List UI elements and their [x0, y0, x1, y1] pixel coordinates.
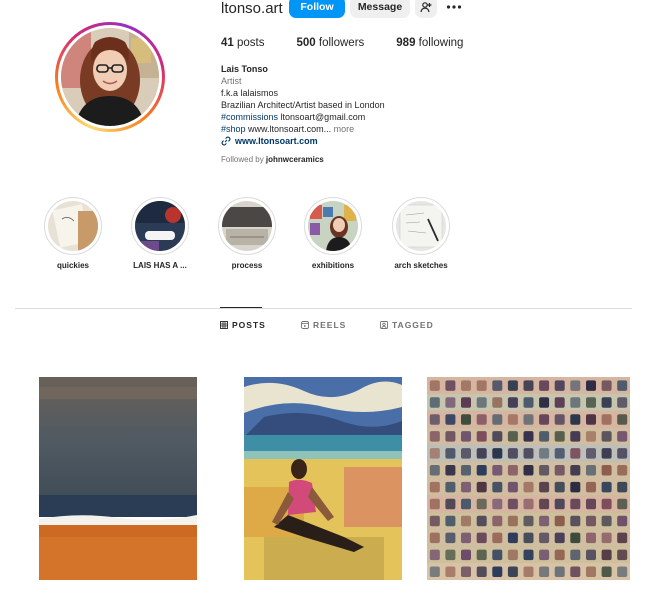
highlight-cover — [304, 197, 362, 255]
followed-by-user: johnwceramics — [265, 155, 324, 164]
highlight-cover — [44, 197, 102, 255]
highlight-label: arch sketches — [394, 261, 448, 270]
followers-link[interactable]: 500 followers — [297, 37, 365, 49]
hashtag-link[interactable]: #commissions — [221, 112, 278, 122]
bio-line: f.k.a lalaismos — [221, 88, 279, 98]
hashtag-link[interactable]: #shop — [221, 124, 246, 134]
highlight-image — [135, 201, 185, 251]
highlight-image — [48, 201, 98, 251]
tab-reels[interactable]: REELS — [301, 320, 346, 330]
highlight-label: LAIS HAS A ... — [133, 261, 187, 270]
post-image — [244, 377, 402, 580]
highlight-exhibitions[interactable]: exhibitions — [291, 197, 375, 270]
more-options-button[interactable] — [446, 0, 462, 14]
avatar-image — [61, 28, 159, 126]
person-plus-icon — [420, 2, 432, 13]
highlight-label: quickies — [56, 261, 89, 270]
tab-tagged[interactable]: TAGGED — [380, 320, 434, 330]
highlight-process[interactable]: process — [205, 197, 289, 270]
stat-label: posts — [237, 37, 265, 49]
stat-number: 41 — [221, 37, 234, 49]
reels-icon — [301, 321, 309, 329]
follow-button[interactable]: Follow — [289, 0, 345, 18]
post-image — [427, 377, 630, 580]
highlight-image — [308, 201, 358, 251]
highlight-cover — [131, 197, 189, 255]
following-link[interactable]: 989 following — [396, 37, 463, 49]
bio-line: #shop www.ltonsoart.com... more — [221, 123, 481, 135]
followed-by[interactable]: Followed by johnwceramics — [221, 155, 324, 164]
post-seascape[interactable] — [39, 377, 197, 580]
tabs-divider — [15, 308, 632, 309]
post-grid-painting[interactable] — [427, 377, 630, 580]
suggest-users-button[interactable] — [415, 0, 437, 18]
tab-label: TAGGED — [392, 320, 434, 330]
followed-by-prefix: Followed by — [221, 155, 264, 164]
message-button[interactable]: Message — [350, 0, 410, 18]
stat-number: 500 — [296, 37, 316, 49]
profile-category: Artist — [221, 76, 242, 86]
highlight-image — [222, 201, 272, 251]
bio-more-button[interactable]: more — [334, 124, 355, 134]
bio-line: #commissions ltonsoart@gmail.com — [221, 111, 481, 123]
stat-label: followers — [318, 37, 365, 49]
bio-shop-text: www.ltonsoart.com... — [248, 124, 332, 134]
highlight-lais-has-a[interactable]: LAIS HAS A ... — [118, 197, 202, 270]
highlight-label: exhibitions — [311, 261, 355, 270]
profile-avatar[interactable] — [55, 22, 165, 132]
highlight-image — [396, 201, 446, 251]
link-icon — [221, 136, 231, 146]
posts-count: 41 posts — [221, 37, 265, 49]
tab-label: POSTS — [232, 320, 266, 330]
profile-username: ltonso.art — [221, 0, 283, 17]
link-text: www.ltonsoart.com — [235, 136, 318, 146]
bio-external-link[interactable]: www.ltonsoart.com — [221, 135, 481, 147]
highlight-quickies[interactable]: quickies — [31, 197, 115, 270]
stat-label: following — [418, 37, 464, 49]
more-horizontal-icon — [446, 5, 462, 9]
tagged-icon — [380, 321, 388, 329]
profile-stats: 41 posts 500 followers 989 following — [221, 37, 495, 49]
highlight-cover — [218, 197, 276, 255]
profile-full-name: Lais Tonso — [221, 64, 268, 74]
tab-label: REELS — [313, 320, 347, 330]
active-tab-indicator — [220, 307, 262, 308]
bio-line: Brazilian Architect/Artist based in Lond… — [221, 100, 385, 110]
profile-bio: Lais Tonso Artist f.k.a lalaismos Brazil… — [221, 63, 481, 147]
avatar-ring-gap — [58, 25, 162, 129]
highlight-cover — [392, 197, 450, 255]
highlight-label: process — [231, 261, 263, 270]
post-beach-figure[interactable] — [244, 377, 402, 580]
tab-posts[interactable]: POSTS — [220, 320, 266, 330]
stat-number: 989 — [396, 37, 416, 49]
post-image — [39, 377, 197, 580]
bio-email: ltonsoart@gmail.com — [280, 112, 366, 122]
highlight-arch-sketches[interactable]: arch sketches — [379, 197, 463, 270]
grid-icon — [220, 321, 228, 329]
